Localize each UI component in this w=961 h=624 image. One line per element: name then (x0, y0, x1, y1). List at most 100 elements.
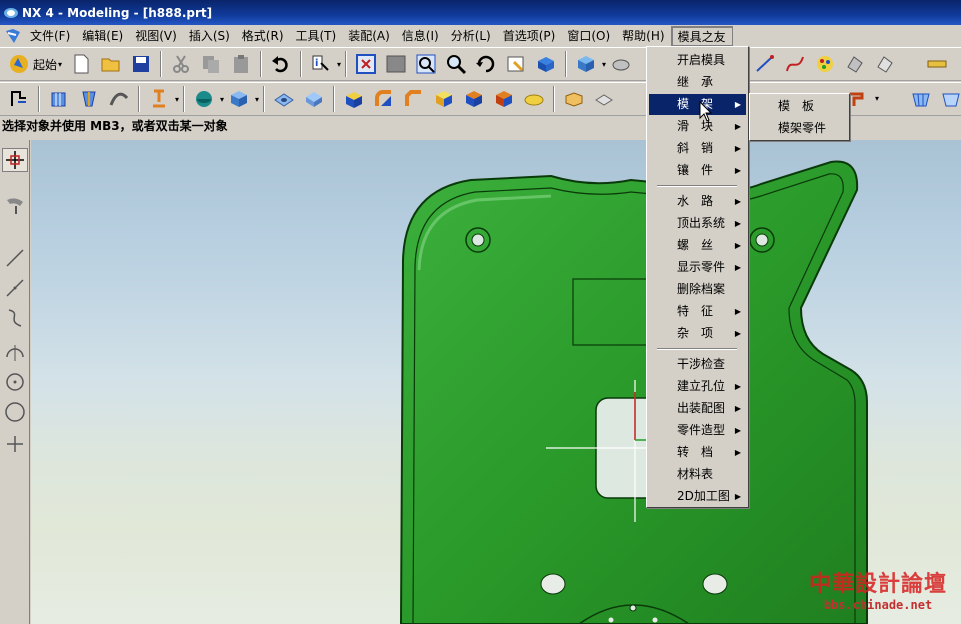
menu-item-ejector[interactable]: 顶出系统 ▶ (649, 213, 746, 234)
cut-button[interactable] (168, 51, 194, 77)
pan-button[interactable] (503, 51, 529, 77)
menu-item-angle-pin[interactable]: 斜 销 ▶ (649, 138, 746, 159)
menu-item-bom[interactable]: 材料表 (649, 464, 746, 485)
menu-item-cooling[interactable]: 水 路 ▶ (649, 191, 746, 212)
chevron-down-icon[interactable]: ▾ (337, 60, 341, 69)
extrude-button[interactable] (46, 86, 72, 112)
info-button[interactable]: i (308, 51, 334, 77)
menu-analysis[interactable]: 分析(L) (445, 26, 497, 46)
line-point-tool[interactable] (2, 276, 28, 300)
submenu-arrow-icon: ▶ (734, 197, 741, 206)
open-file-button[interactable] (98, 51, 124, 77)
menu-item-interference[interactable]: 干涉检查 (649, 354, 746, 375)
menu-assembly[interactable]: 装配(A) (342, 26, 396, 46)
ruler-icon (927, 60, 947, 68)
sweep-button[interactable] (106, 86, 132, 112)
sketch-line-button[interactable] (752, 51, 778, 77)
new-file-button[interactable] (68, 51, 94, 77)
block-button[interactable] (226, 86, 252, 112)
mold-base-submenu: 模 板 模架零件 (749, 93, 850, 141)
menu-item-show-part[interactable]: 显示零件 ▶ (649, 257, 746, 278)
datum-button[interactable] (146, 86, 172, 112)
thicken-button[interactable] (591, 86, 617, 112)
menu-info[interactable]: 信息(I) (396, 26, 445, 46)
spline-button[interactable] (782, 51, 808, 77)
menu-item-misc[interactable]: 杂 项 ▶ (649, 323, 746, 344)
chevron-down-icon[interactable]: ▾ (220, 95, 224, 104)
paste-button[interactable] (228, 51, 254, 77)
circle-center-tool[interactable] (2, 370, 28, 394)
ruled-surface-button[interactable] (938, 86, 961, 112)
measure-button[interactable] (924, 51, 950, 77)
undo-button[interactable] (268, 51, 294, 77)
menu-item-assembly-drawing[interactable]: 出装配图 ▶ (649, 398, 746, 419)
line-tool[interactable] (2, 246, 28, 270)
menu-item-open-mold[interactable]: 开启模具 (649, 50, 746, 71)
arc-tool[interactable] (2, 340, 28, 364)
menu-item-feature[interactable]: 特 征 ▶ (649, 301, 746, 322)
menu-format[interactable]: 格式(R) (236, 26, 290, 46)
texture-button[interactable] (872, 51, 898, 77)
menu-item-hole-position[interactable]: 建立孔位 ▶ (649, 376, 746, 397)
menu-item-2d-machining[interactable]: 2D加工图 ▶ (649, 486, 746, 507)
through-curves-button[interactable] (908, 86, 934, 112)
select-tool[interactable] (2, 148, 28, 172)
menu-tools[interactable]: 工具(T) (290, 26, 343, 46)
menu-item-slider[interactable]: 滑 块 ▶ (649, 116, 746, 137)
chevron-down-icon[interactable]: ▾ (602, 60, 606, 69)
edge-blend-button[interactable] (371, 86, 397, 112)
chevron-down-icon[interactable]: ▾ (175, 95, 179, 104)
submenu-item-plate[interactable]: 模 板 (752, 96, 847, 117)
menu-item-screw[interactable]: 螺 丝 ▶ (649, 235, 746, 256)
curve-tool[interactable] (2, 306, 28, 330)
point-tool[interactable] (2, 432, 28, 456)
menu-help[interactable]: 帮助(H) (616, 26, 670, 46)
instance-button[interactable] (491, 86, 517, 112)
fit-view-button[interactable] (353, 51, 379, 77)
sketch-button[interactable] (6, 86, 32, 112)
zoom-box-button[interactable] (383, 51, 409, 77)
revolve-button[interactable] (76, 86, 102, 112)
menu-edit[interactable]: 编辑(E) (76, 26, 129, 46)
menu-file[interactable]: 文件(F) (24, 26, 76, 46)
start-button[interactable]: 起始 ▾ (4, 51, 66, 77)
boss-button[interactable] (301, 86, 327, 112)
snap-tool[interactable] (2, 193, 28, 217)
chamfer-button[interactable] (401, 86, 427, 112)
edge-display-button[interactable] (608, 51, 634, 77)
menu-item-delete-file[interactable]: 删除档案 (649, 279, 746, 300)
shaded-view-button[interactable] (573, 51, 599, 77)
window-menu-icon[interactable] (4, 27, 22, 45)
primitive-button[interactable] (191, 86, 217, 112)
trim-body-button[interactable] (521, 86, 547, 112)
render-button[interactable] (812, 51, 838, 77)
orient-view-button[interactable] (533, 51, 559, 77)
menu-insert[interactable]: 插入(S) (183, 26, 236, 46)
menu-window[interactable]: 窗口(O) (561, 26, 616, 46)
draft-button[interactable] (461, 86, 487, 112)
menu-mold-friend[interactable]: 模具之友 (670, 26, 733, 46)
menu-item-inherit[interactable]: 继 承 (649, 72, 746, 93)
menu-item-convert[interactable]: 转 档 ▶ (649, 442, 746, 463)
draft-icon (466, 91, 483, 107)
menu-view[interactable]: 视图(V) (129, 26, 183, 46)
rotate-button[interactable] (473, 51, 499, 77)
shell-button[interactable] (431, 86, 457, 112)
chevron-down-icon[interactable]: ▾ (255, 95, 259, 104)
offset-face-button[interactable] (561, 86, 587, 112)
zoom-window-button[interactable] (413, 51, 439, 77)
menu-item-insert[interactable]: 镶 件 ▶ (649, 160, 746, 181)
menu-item-mold-base[interactable]: 模 架 ▶ (649, 94, 746, 115)
material-button[interactable] (842, 51, 868, 77)
menu-preferences[interactable]: 首选项(P) (497, 26, 562, 46)
pad-button[interactable] (341, 86, 367, 112)
copy-button[interactable] (198, 51, 224, 77)
save-button[interactable] (128, 51, 154, 77)
graphics-viewport[interactable] (31, 140, 961, 624)
circle-tool[interactable] (2, 400, 28, 424)
hole-button[interactable] (271, 86, 297, 112)
chevron-down-icon[interactable]: ▾ (875, 94, 879, 103)
menu-item-part-modeling[interactable]: 零件造型 ▶ (649, 420, 746, 441)
zoom-button[interactable] (443, 51, 469, 77)
submenu-item-mold-base-parts[interactable]: 模架零件 (752, 118, 847, 139)
